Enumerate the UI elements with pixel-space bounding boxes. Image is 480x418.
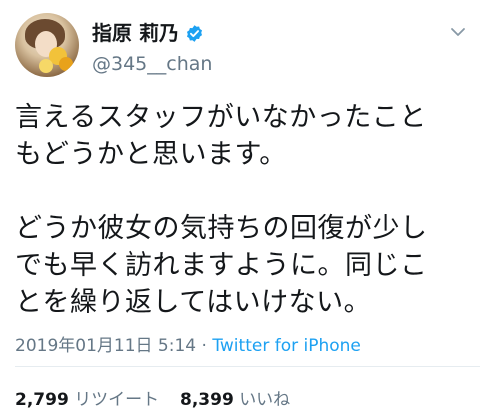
retweets-stat[interactable]: 2,799 リツイート <box>15 390 159 410</box>
author-name-row[interactable]: 指原 莉乃 <box>92 21 204 45</box>
tweet-text: 言えるスタッフがいなかったこと もどうかと思います。 どうか彼女の気持ちの回復が… <box>15 99 470 321</box>
tweet-text-line: もどうかと思います。 <box>15 139 287 170</box>
client-link[interactable]: Twitter for iPhone <box>212 336 361 356</box>
timestamp[interactable]: 2019年01月11日 5:14 <box>15 336 196 356</box>
author-handle[interactable]: @345__chan <box>92 53 212 75</box>
display-name[interactable]: 指原 莉乃 <box>92 21 179 45</box>
meta-separator: · <box>196 336 213 356</box>
avatar-flower <box>39 59 53 73</box>
avatar-flower <box>59 57 73 71</box>
avatar[interactable] <box>15 13 79 77</box>
divider <box>15 366 480 367</box>
tweet-text-line: どうか彼女の気持ちの回復が少し <box>15 213 428 244</box>
tweet-text-line: 言えるスタッフがいなかったこと <box>15 102 427 133</box>
tweet-meta: 2019年01月11日 5:14 · Twitter for iPhone <box>15 331 361 356</box>
likes-label: いいね <box>239 390 291 410</box>
chevron-down-icon[interactable] <box>450 26 466 38</box>
likes-stat[interactable]: 8,399 いいね <box>180 390 290 410</box>
retweets-count: 2,799 <box>15 390 69 410</box>
tweet-text-line: でも早く訪れますように。同じこ <box>15 250 428 281</box>
retweets-label: リツイート <box>74 390 160 410</box>
verified-badge-icon <box>186 24 202 42</box>
likes-count: 8,399 <box>180 390 234 410</box>
tweet-stats: 2,799 リツイート 8,399 いいね <box>15 385 290 410</box>
tweet-text-line: とを繰り返してはいけない。 <box>15 287 372 318</box>
